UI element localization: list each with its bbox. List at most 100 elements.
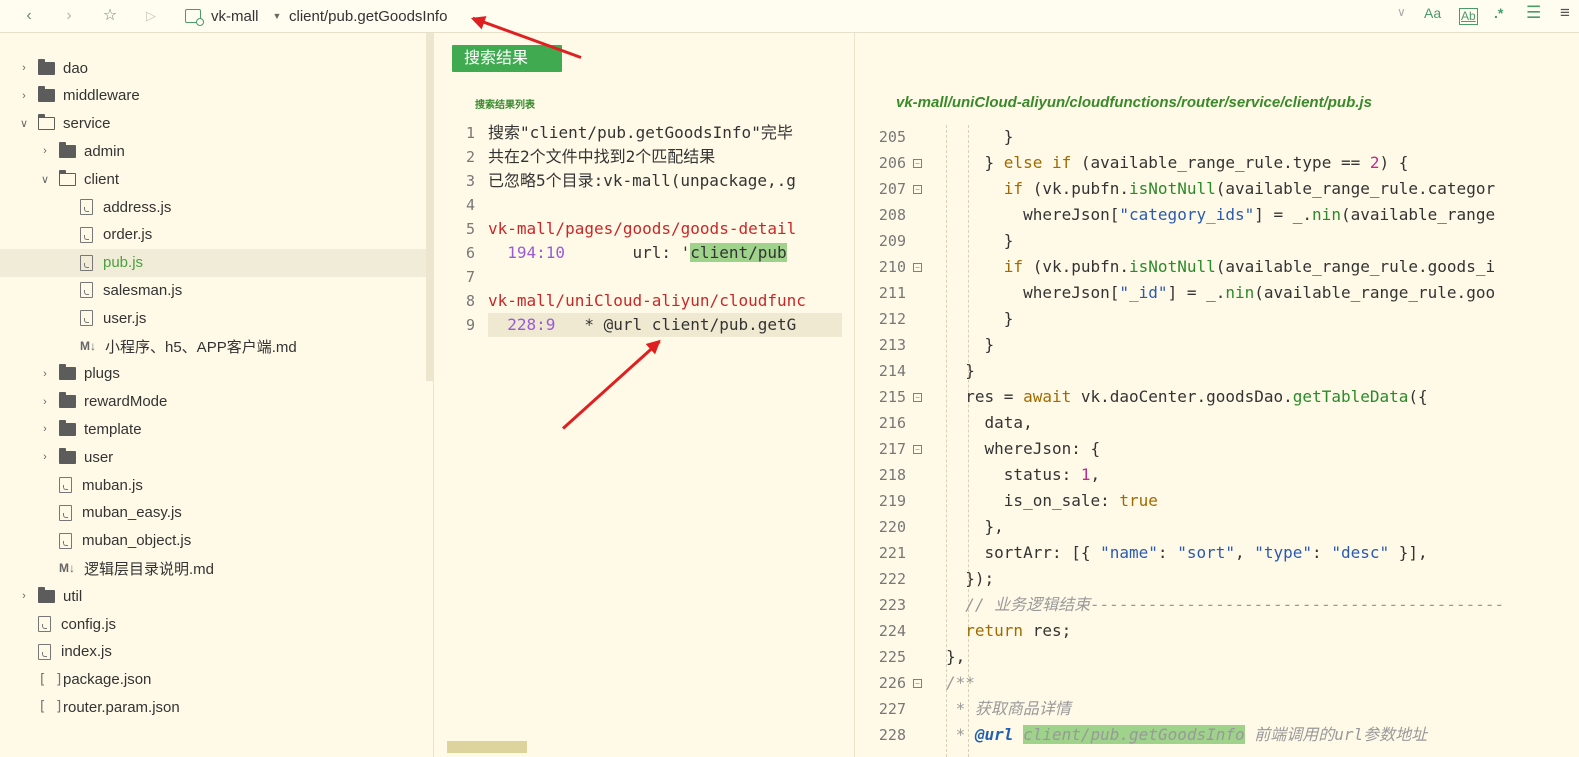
code-line-221[interactable]: sortArr: [{ "name": "sort", "type": "des…	[946, 541, 1579, 565]
play-icon[interactable]: ▷	[140, 6, 162, 26]
match-prefix: * @url client/pub.getG	[555, 315, 797, 334]
code-line-213[interactable]: }	[946, 333, 1579, 357]
tree-item-label: rewardMode	[84, 393, 168, 411]
back-icon[interactable]: ‹	[18, 6, 40, 26]
code-line-214[interactable]: }	[946, 359, 1579, 383]
whole-word-icon[interactable]: Ab	[1459, 8, 1478, 25]
js-file-icon	[38, 616, 51, 632]
chevron-right-icon[interactable]: ›	[39, 396, 51, 408]
chevron-down-icon[interactable]: ∨	[39, 173, 51, 186]
js-file-icon	[80, 199, 93, 215]
code-line-223[interactable]: // 业务逻辑结束-------------------------------…	[946, 593, 1579, 617]
code-line-220[interactable]: },	[946, 515, 1579, 539]
tree-item-package-json[interactable]: [ ] package.json	[0, 666, 426, 694]
js-file-icon	[59, 477, 72, 493]
match-case-icon[interactable]: Aa	[1424, 5, 1441, 21]
file-tree: › dao › middleware ∨ service › admin ∨ client addr…	[0, 33, 434, 757]
code-line-207[interactable]: if (vk.pubfn.isNotNull(available_range_r…	[946, 177, 1579, 201]
search-result-match[interactable]: 194:10 url: 'client/pub	[488, 241, 842, 265]
folder-icon	[59, 141, 76, 158]
folder-icon	[59, 447, 76, 464]
code-line-225[interactable]: },	[946, 645, 1579, 669]
tree-item-middleware[interactable]: › middleware	[0, 82, 426, 110]
code-line-212[interactable]: }	[946, 307, 1579, 331]
match-position: 228:9	[507, 315, 556, 334]
fold-toggle-icon[interactable]: −	[913, 445, 922, 454]
code-line-216[interactable]: data,	[946, 411, 1579, 435]
line-number: 9	[465, 316, 475, 334]
search-result-match[interactable]: 228:9 * @url client/pub.getG	[488, 313, 842, 337]
tree-item-order-js[interactable]: order.js	[0, 221, 426, 249]
fold-toggle-icon[interactable]: −	[913, 393, 922, 402]
code-line-228[interactable]: * @url client/pub.getGoodsInfo 前端调用的url参…	[946, 723, 1579, 747]
code-line-222[interactable]: });	[946, 567, 1579, 591]
tree-item-router-param-json[interactable]: [ ] router.param.json	[0, 693, 426, 721]
more-icon[interactable]: ≡	[1560, 3, 1570, 23]
tree-item--md[interactable]: M↓ 逻辑层目录说明.md	[0, 554, 426, 582]
chevron-right-icon[interactable]: ›	[18, 62, 30, 74]
tree-item-service[interactable]: ∨ service	[0, 110, 426, 138]
chevron-right-icon[interactable]: ›	[18, 90, 30, 102]
tree-item-plugs[interactable]: › plugs	[0, 360, 426, 388]
chevron-down-icon[interactable]: ∨	[1397, 5, 1406, 19]
tree-item-template[interactable]: › template	[0, 415, 426, 443]
line-number: 1	[465, 124, 475, 142]
code-line-215[interactable]: res = await vk.daoCenter.goodsDao.getTab…	[946, 385, 1579, 409]
code-line-209[interactable]: }	[946, 229, 1579, 253]
code-line-226[interactable]: /**	[946, 671, 1579, 695]
fold-toggle-icon[interactable]: −	[913, 185, 922, 194]
tree-item-pub-js[interactable]: pub.js	[0, 248, 426, 277]
sidebar-scrollbar[interactable]	[426, 33, 434, 381]
tree-item-rewardmode[interactable]: › rewardMode	[0, 388, 426, 416]
js-file-icon	[38, 643, 51, 660]
search-result-file[interactable]: vk-mall/uniCloud-aliyun/cloudfunc	[488, 289, 842, 313]
tree-item--h5-app-md[interactable]: M↓ 小程序、h5、APP客户端.md	[0, 332, 426, 360]
chevron-down-icon[interactable]: ∨	[18, 117, 30, 130]
markdown-icon: M↓	[80, 339, 96, 353]
search-results-tab[interactable]: 搜索结果	[452, 45, 562, 72]
line-number: 208	[878, 206, 906, 224]
chevron-right-icon[interactable]: ›	[39, 368, 51, 380]
code-line-210[interactable]: if (vk.pubfn.isNotNull(available_range_r…	[946, 255, 1579, 279]
chevron-right-icon[interactable]: ›	[39, 423, 51, 435]
tree-item-index-js[interactable]: index.js	[0, 638, 426, 666]
code-line-206[interactable]: } else if (available_range_rule.type == …	[946, 151, 1579, 175]
code-line-219[interactable]: is_on_sale: true	[946, 489, 1579, 513]
tree-item-muban-object-js[interactable]: muban_object.js	[0, 527, 426, 555]
code-line-208[interactable]: whereJson["category_ids"] = _.nin(availa…	[946, 203, 1579, 227]
tree-item-salesman-js[interactable]: salesman.js	[0, 276, 426, 304]
chevron-right-icon[interactable]: ›	[18, 590, 30, 602]
tree-item-muban-easy-js[interactable]: muban_easy.js	[0, 499, 426, 527]
code-line-227[interactable]: * 获取商品详情	[946, 697, 1579, 721]
horizontal-scrollbar[interactable]	[447, 741, 527, 753]
line-number: 6	[465, 244, 475, 262]
fold-toggle-icon[interactable]: −	[913, 159, 922, 168]
code-line-211[interactable]: whereJson["_id"] = _.nin(available_range…	[946, 281, 1579, 305]
search-result-file[interactable]: vk-mall/pages/goods/goods-detail	[488, 217, 842, 241]
tree-item-config-js[interactable]: config.js	[0, 610, 426, 638]
project-selector[interactable]: vk-mall ▼	[185, 5, 281, 27]
tree-item-muban-js[interactable]: muban.js	[0, 471, 426, 499]
fold-toggle-icon[interactable]: −	[913, 679, 922, 688]
chevron-right-icon[interactable]: ›	[39, 145, 51, 157]
editor-file-path: vk-mall/uniCloud-aliyun/cloudfunctions/r…	[896, 94, 1372, 111]
tree-item-address-js[interactable]: address.js	[0, 193, 426, 221]
tree-item-user[interactable]: › user	[0, 443, 426, 471]
code-line-224[interactable]: return res;	[946, 619, 1579, 643]
list-icon[interactable]: ☰	[1526, 3, 1541, 23]
code-line-217[interactable]: whereJson: {	[946, 437, 1579, 461]
code-line-205[interactable]: }	[946, 125, 1579, 149]
chevron-right-icon[interactable]: ›	[39, 451, 51, 463]
regex-icon[interactable]: .*	[1494, 5, 1503, 21]
js-file-icon	[59, 532, 72, 549]
forward-icon[interactable]: ›	[58, 6, 80, 26]
search-path-input[interactable]	[289, 5, 1369, 27]
tree-item-admin[interactable]: › admin	[0, 137, 426, 165]
tree-item-util[interactable]: › util	[0, 582, 426, 610]
tree-item-dao[interactable]: › dao	[0, 54, 426, 82]
tree-item-client[interactable]: ∨ client	[0, 165, 426, 193]
tree-item-user-js[interactable]: user.js	[0, 304, 426, 332]
fold-toggle-icon[interactable]: −	[913, 263, 922, 272]
star-icon[interactable]: ☆	[99, 6, 121, 26]
code-line-218[interactable]: status: 1,	[946, 463, 1579, 487]
